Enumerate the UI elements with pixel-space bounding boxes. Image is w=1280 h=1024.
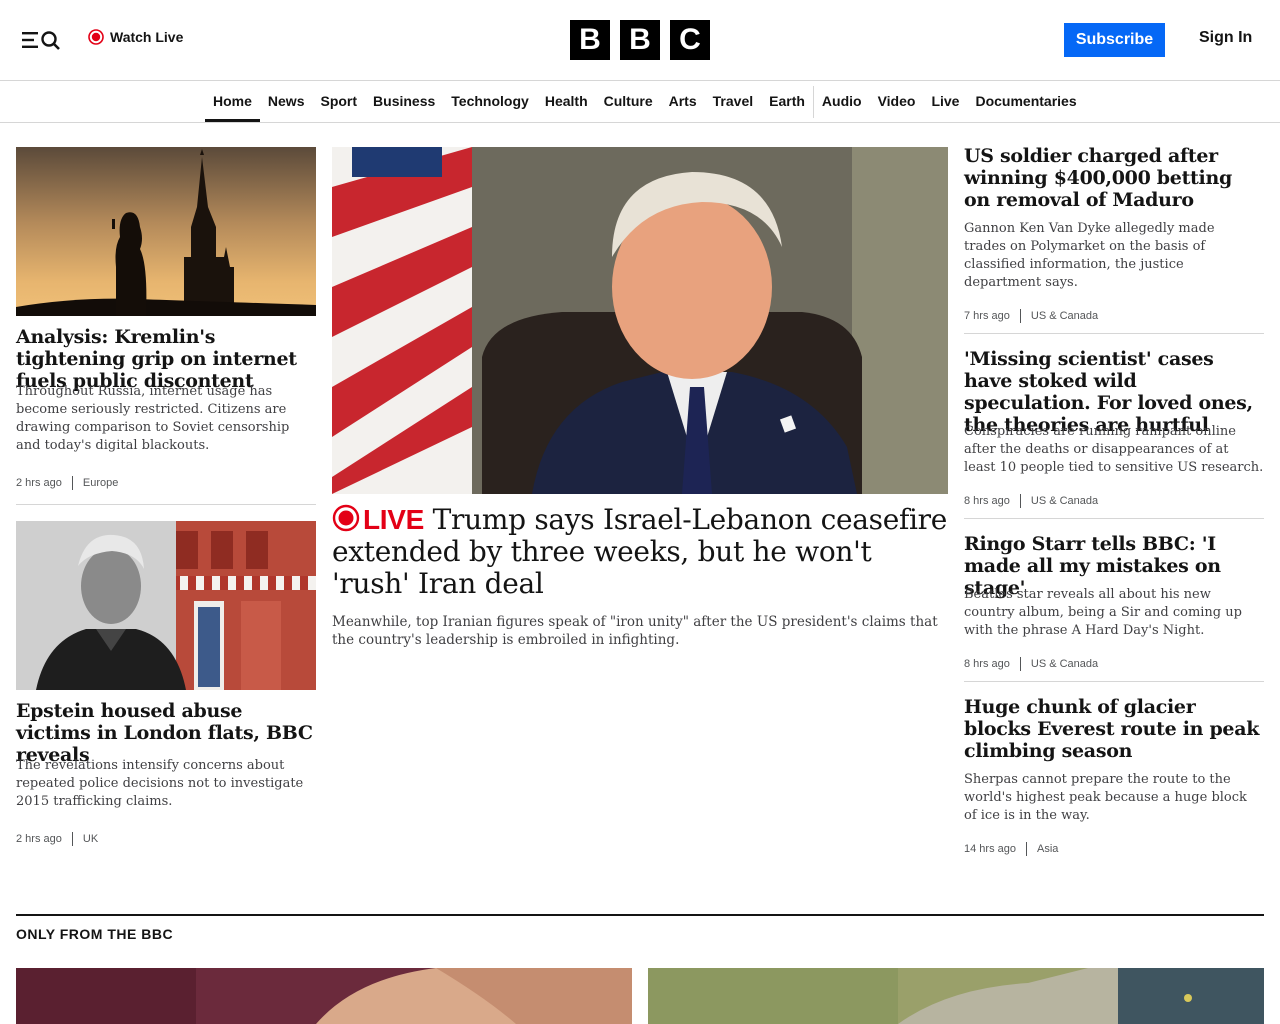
section-image-left	[16, 968, 632, 1024]
story-time: 2 hrs ago	[16, 477, 62, 489]
top-bar: Watch Live B B C Subscribe Sign In	[0, 0, 1280, 81]
story-time: 8 hrs ago	[964, 658, 1010, 670]
section-story-image[interactable]	[16, 968, 632, 1024]
main-navigation: Home News Sport Business Technology Heal…	[0, 81, 1280, 123]
nav-item-home[interactable]: Home	[205, 81, 260, 122]
meta-divider	[71, 832, 73, 846]
meta-divider	[1019, 657, 1021, 671]
story-tag[interactable]: US & Canada	[1031, 658, 1098, 670]
story-meta: 8 hrs ago US & Canada	[964, 657, 1098, 671]
story-image-kremlin[interactable]	[16, 147, 316, 316]
nav-item-travel[interactable]: Travel	[705, 81, 761, 122]
logo-letter: C	[670, 20, 710, 60]
nav-item-documentaries[interactable]: Documentaries	[967, 81, 1084, 122]
story-tag[interactable]: Europe	[83, 477, 118, 489]
story-divider	[16, 504, 316, 505]
story-tag[interactable]: UK	[83, 833, 98, 845]
main-headline-text: Trump says Israel-Lebanon ceasefire exte…	[332, 503, 948, 600]
story-image-epstein[interactable]	[16, 521, 316, 690]
section-image-right	[648, 968, 1264, 1024]
menu-search-icon[interactable]	[22, 29, 62, 51]
story-time: 8 hrs ago	[964, 495, 1010, 507]
section-rule	[16, 914, 1264, 916]
epstein-london-flats-image	[16, 521, 316, 690]
nav-item-news[interactable]: News	[260, 81, 313, 122]
live-icon	[88, 29, 104, 45]
main-summary: Meanwhile, top Iranian figures speak of …	[332, 614, 938, 648]
story-meta: 14 hrs ago Asia	[964, 842, 1058, 856]
nav-item-live[interactable]: Live	[923, 81, 967, 122]
nav-item-sport[interactable]: Sport	[312, 81, 365, 122]
story-divider	[964, 518, 1264, 519]
story-summary: Gannon Ken Van Dyke allegedly made trade…	[964, 221, 1215, 290]
section-title: ONLY FROM THE BBC	[16, 926, 174, 942]
main-story-image[interactable]	[332, 147, 948, 494]
story-time: 7 hrs ago	[964, 310, 1010, 322]
story-meta: 2 hrs ago Europe	[16, 476, 118, 490]
bbc-logo[interactable]: B B C	[570, 20, 710, 60]
story-headline[interactable]: Huge chunk of glacier blocks Everest rou…	[964, 696, 1264, 762]
meta-divider	[1019, 494, 1021, 508]
subscribe-button[interactable]: Subscribe	[1064, 23, 1165, 57]
logo-letter: B	[570, 20, 610, 60]
nav-item-audio[interactable]: Audio	[814, 81, 870, 122]
story-summary: Sherpas cannot prepare the route to the …	[964, 772, 1247, 823]
nav-item-business[interactable]: Business	[365, 81, 443, 122]
section-story-image[interactable]	[648, 968, 1264, 1024]
story-meta: 7 hrs ago US & Canada	[964, 309, 1098, 323]
nav-item-health[interactable]: Health	[537, 81, 596, 122]
trump-oval-office-image	[332, 147, 948, 494]
story-meta: 8 hrs ago US & Canada	[964, 494, 1098, 508]
logo-letter: B	[620, 20, 660, 60]
story-divider	[964, 333, 1264, 334]
story-summary: The revelations intensify concerns about…	[16, 758, 304, 809]
meta-divider	[71, 476, 73, 490]
story-summary: Throughout Russia, internet usage has be…	[16, 384, 290, 453]
sign-in-link[interactable]: Sign In	[1199, 29, 1252, 47]
story-summary: Beatles star reveals all about his new c…	[964, 587, 1242, 638]
story-tag[interactable]: US & Canada	[1031, 495, 1098, 507]
live-label: LIVE	[363, 504, 425, 535]
nav-item-earth[interactable]: Earth	[761, 81, 813, 122]
watch-live-button[interactable]: Watch Live	[88, 29, 183, 45]
meta-divider	[1025, 842, 1027, 856]
story-meta: 2 hrs ago UK	[16, 832, 98, 846]
main-headline[interactable]: LIVE Trump says Israel-Lebanon ceasefire…	[332, 504, 948, 600]
watch-live-label: Watch Live	[110, 29, 184, 45]
story-headline[interactable]: US soldier charged after winning $400,00…	[964, 145, 1264, 211]
story-time: 2 hrs ago	[16, 833, 62, 845]
story-tag[interactable]: Asia	[1037, 843, 1058, 855]
nav-item-technology[interactable]: Technology	[443, 81, 537, 122]
nav-item-video[interactable]: Video	[870, 81, 924, 122]
story-tag[interactable]: US & Canada	[1031, 310, 1098, 322]
story-time: 14 hrs ago	[964, 843, 1016, 855]
story-summary: Conspiracies are running rampant online …	[964, 424, 1264, 475]
meta-divider	[1019, 309, 1021, 323]
nav-item-culture[interactable]: Culture	[596, 81, 661, 122]
live-icon	[332, 504, 360, 532]
kremlin-silhouette-image	[16, 147, 316, 316]
story-divider	[964, 681, 1264, 682]
nav-item-arts[interactable]: Arts	[661, 81, 705, 122]
